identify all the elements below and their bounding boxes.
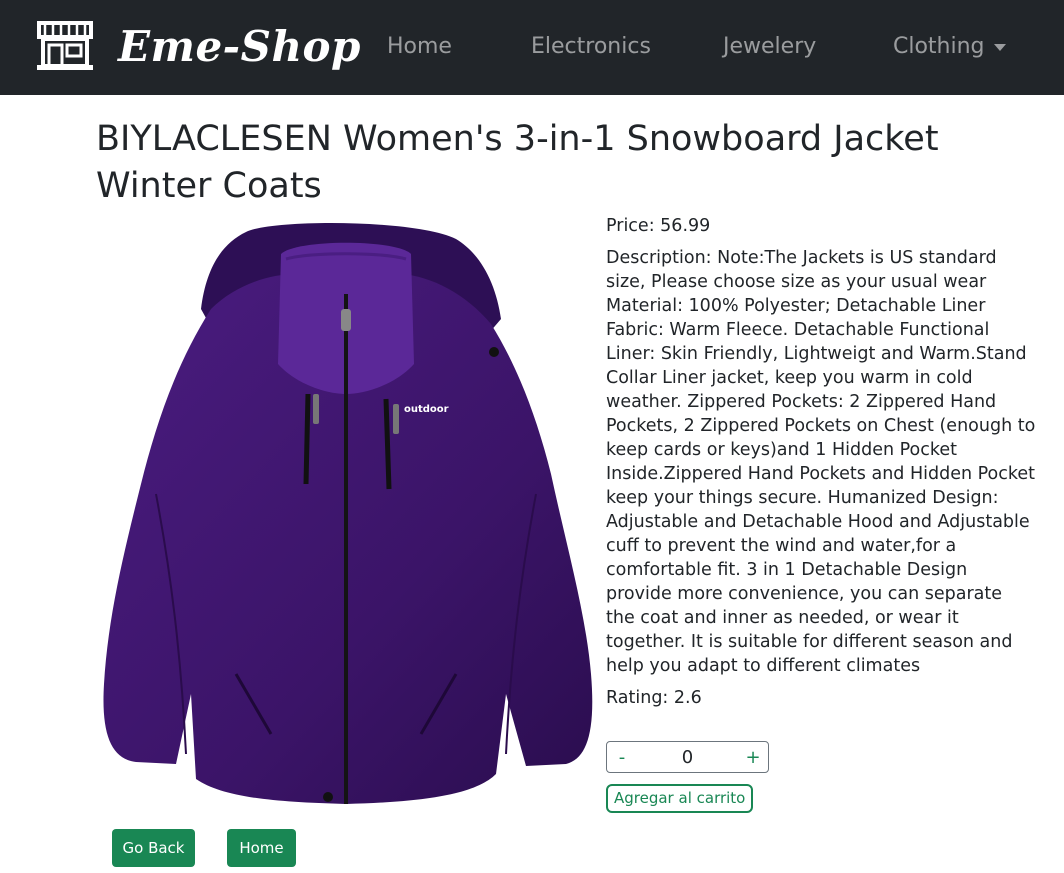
- add-to-cart-button[interactable]: Agregar al carrito: [606, 784, 754, 813]
- price-value: 56.99: [660, 216, 711, 236]
- quantity-value: 0: [681, 746, 694, 768]
- nav-clothing-label: Clothing: [893, 34, 985, 59]
- quantity-stepper: - 0 +: [606, 741, 769, 773]
- store-icon: [37, 21, 93, 70]
- navbar: Eme-Shop Home Electronics Jewelery Cloth…: [0, 0, 1064, 95]
- product-details: Price: 56.99 Description: Note:The Jacke…: [606, 214, 1036, 710]
- chevron-down-icon: [993, 44, 1006, 51]
- product-image: outdoor: [103, 222, 593, 804]
- rating-value: 2.6: [673, 688, 702, 708]
- price-line: Price: 56.99: [606, 214, 1036, 238]
- home-button[interactable]: Home: [227, 829, 296, 867]
- product-title: BIYLACLESEN Women's 3-in-1 Snowboard Jac…: [96, 119, 939, 206]
- price-label: Price:: [606, 216, 655, 236]
- description-text: Note:The Jackets is US standard size, Pl…: [606, 248, 1036, 676]
- nav-home[interactable]: Home: [387, 34, 452, 59]
- nav-clothing-dropdown[interactable]: Clothing: [893, 34, 1006, 59]
- nav-electronics[interactable]: Electronics: [531, 34, 651, 59]
- rating-line: Rating: 2.6: [606, 686, 1036, 710]
- brand[interactable]: Eme-Shop: [36, 16, 361, 76]
- increase-quantity-button[interactable]: +: [738, 747, 768, 768]
- nav-jewelery[interactable]: Jewelery: [723, 34, 816, 59]
- description-block: Description: Note:The Jackets is US stan…: [606, 246, 1036, 678]
- rating-label: Rating:: [606, 688, 669, 708]
- brand-name: Eme-Shop: [118, 21, 361, 71]
- description-label: Description:: [606, 248, 712, 268]
- decrease-quantity-button[interactable]: -: [607, 747, 637, 768]
- jacket-logo-text: outdoor: [404, 404, 449, 415]
- go-back-button[interactable]: Go Back: [112, 829, 195, 867]
